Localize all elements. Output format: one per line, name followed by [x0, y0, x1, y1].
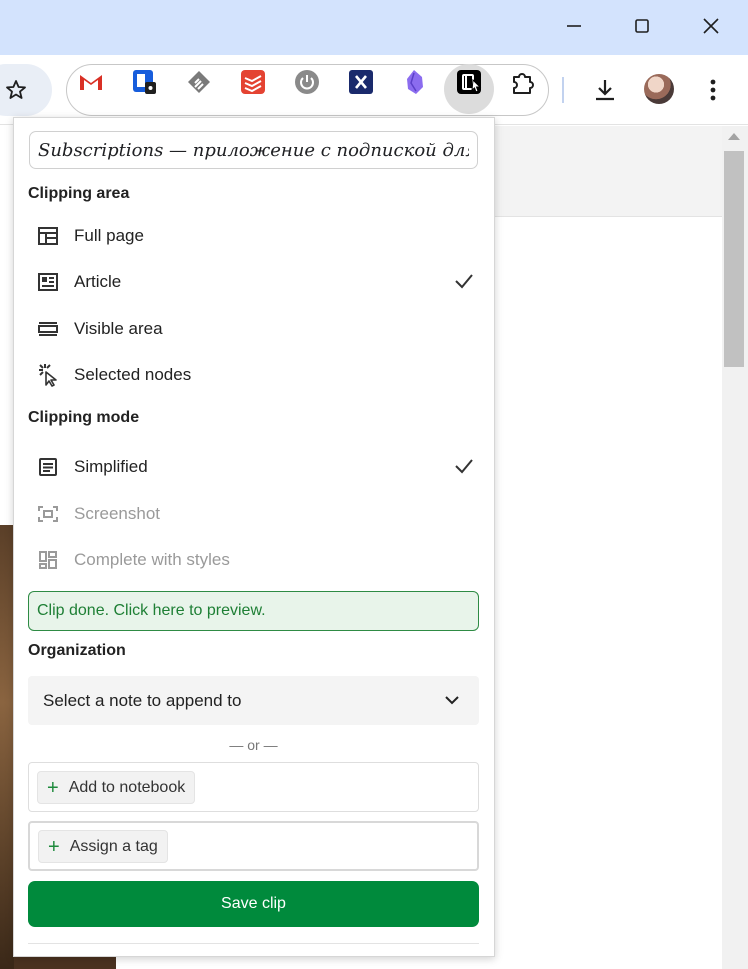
option-label: Screenshot [74, 504, 160, 523]
window-titlebar [0, 0, 748, 55]
avatar[interactable] [644, 74, 674, 104]
clipping-area-heading: Clipping area [28, 185, 130, 202]
clip-title-input[interactable] [29, 131, 478, 169]
browser-toolbar [0, 55, 748, 125]
scroll-up-arrow-icon[interactable] [728, 133, 740, 140]
option-label: Complete with styles [74, 550, 230, 569]
selected-nodes-icon [36, 363, 60, 387]
option-simplified[interactable]: Simplified [28, 449, 482, 485]
option-complete-with-styles[interactable]: Complete with styles [28, 542, 482, 578]
option-label: Visible area [74, 319, 163, 338]
extension-power[interactable] [294, 69, 320, 95]
plus-icon: + [47, 776, 59, 799]
assign-tag-label: Assign a tag [69, 837, 158, 855]
bookmark-button[interactable] [0, 64, 52, 116]
gmail-icon [79, 73, 103, 91]
screenshot-icon [36, 502, 60, 526]
extensions-menu-button[interactable] [510, 69, 536, 95]
bitwarden-icon [133, 70, 156, 94]
background-image [14, 955, 116, 969]
option-selected-nodes[interactable]: Selected nodes [28, 357, 482, 393]
extension-bitwarden[interactable] [132, 69, 158, 95]
x-extension-icon [349, 70, 373, 94]
clip-done-preview-link[interactable]: Clip done. Click here to preview. [28, 591, 479, 631]
notebook-field: + Add to notebook [28, 762, 479, 812]
option-label: Selected nodes [74, 365, 192, 384]
divider [28, 943, 479, 944]
extension-feedly[interactable] [186, 69, 212, 95]
organization-heading: Organization [28, 642, 126, 659]
clipping-mode-heading: Clipping mode [28, 409, 140, 426]
scrollbar-thumb[interactable] [724, 151, 744, 367]
option-full-page[interactable]: Full page [28, 218, 482, 254]
download-icon [596, 80, 614, 101]
extension-obsidian[interactable] [402, 69, 428, 95]
web-clipper-popup: Clipping area Full page Article Visible … [13, 117, 495, 957]
obsidian-icon [407, 70, 423, 94]
add-to-notebook-button[interactable]: + Add to notebook [37, 771, 196, 804]
checkmark-icon [455, 459, 473, 474]
add-to-notebook-label: Add to notebook [68, 778, 186, 796]
option-visible-area[interactable]: Visible area [28, 311, 482, 347]
star-icon [6, 80, 26, 99]
assign-tag-button[interactable]: + Assign a tag [38, 830, 168, 863]
note-select-dropdown[interactable]: Select a note to append to [28, 676, 479, 725]
article-icon [36, 270, 60, 294]
complete-styles-icon [36, 548, 60, 572]
close-window-button[interactable] [688, 8, 734, 44]
visible-area-icon [36, 317, 60, 341]
option-label: Simplified [74, 457, 148, 476]
extensions-puzzle-icon [513, 73, 534, 94]
extension-todoist[interactable] [240, 69, 266, 95]
kebab-menu-icon [710, 79, 716, 101]
option-screenshot[interactable]: Screenshot [28, 496, 482, 532]
checkmark-icon [455, 274, 473, 289]
maximize-button[interactable] [619, 8, 665, 44]
option-label: Full page [74, 226, 144, 245]
option-label: Article [74, 272, 122, 291]
minimize-button[interactable] [551, 8, 597, 44]
simplified-icon [36, 455, 60, 479]
save-clip-button[interactable]: Save clip [28, 881, 479, 927]
background-image [0, 525, 14, 969]
browser-menu-button[interactable] [699, 76, 727, 104]
feedly-icon [188, 71, 210, 93]
evernote-clipper-icon [457, 70, 482, 94]
toolbar-separator [562, 77, 564, 103]
power-icon [295, 70, 319, 94]
plus-icon: + [48, 835, 60, 858]
extension-gmail[interactable] [78, 69, 104, 95]
tag-field: + Assign a tag [28, 821, 479, 871]
note-select-value: Select a note to append to [43, 690, 242, 710]
todoist-icon [241, 70, 265, 94]
maximize-icon [635, 19, 649, 33]
downloads-button[interactable] [591, 76, 619, 104]
extension-evernote-clipper[interactable] [456, 69, 482, 95]
close-icon [703, 18, 719, 34]
extension-x[interactable] [348, 69, 374, 95]
page-header-band [494, 126, 722, 217]
minimize-icon [567, 25, 581, 27]
chevron-down-icon [445, 696, 459, 705]
option-article[interactable]: Article [28, 264, 482, 300]
or-divider: — or — [229, 737, 278, 753]
full-page-icon [36, 224, 60, 248]
